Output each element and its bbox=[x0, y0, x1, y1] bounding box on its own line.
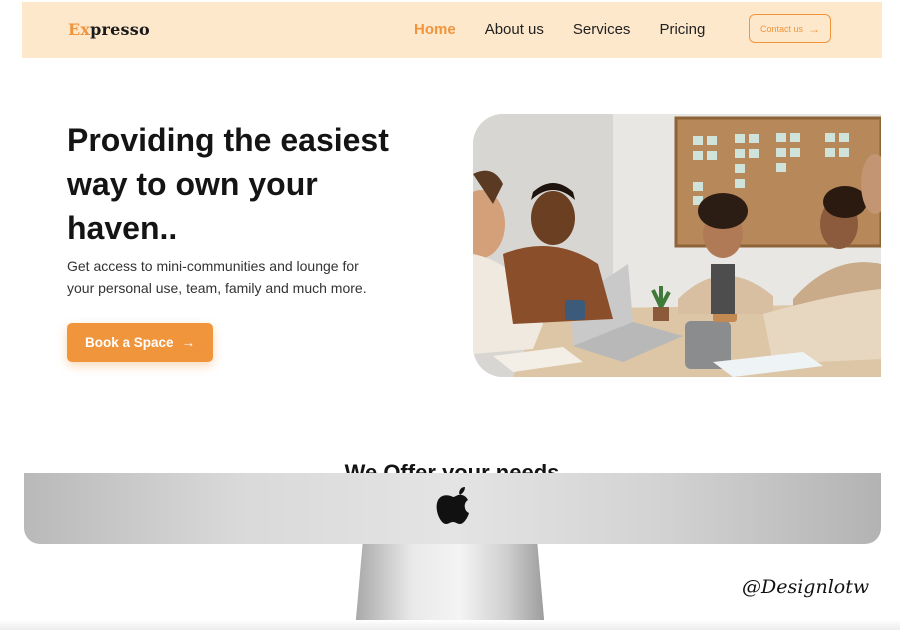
hero-subtitle: Get access to mini-communities and loung… bbox=[67, 255, 447, 299]
brand-logo[interactable]: Expresso bbox=[68, 20, 150, 39]
team-meeting-photo bbox=[473, 114, 881, 377]
arrow-right-icon: → bbox=[181, 335, 196, 350]
monitor-stand bbox=[355, 544, 545, 630]
logo-text: presso bbox=[90, 20, 150, 39]
nav-services[interactable]: Services bbox=[573, 21, 631, 38]
navbar: Expresso Home About us Services Pricing … bbox=[22, 2, 882, 58]
hero-title-line-1: Providing the easiest bbox=[67, 122, 389, 158]
book-a-space-label: Book a Space bbox=[84, 335, 174, 350]
monitor-chin bbox=[24, 473, 881, 544]
floor-shadow bbox=[0, 620, 900, 630]
hero-title-line-3: haven.. bbox=[67, 210, 178, 246]
watermark: @Designlotw bbox=[742, 576, 870, 598]
hero-subtitle-line-2: your personal use, team, family and much… bbox=[67, 280, 367, 296]
nav-links: Home About us Services Pricing bbox=[414, 21, 705, 38]
nav-pricing[interactable]: Pricing bbox=[659, 21, 705, 38]
nav-home[interactable]: Home bbox=[414, 21, 456, 38]
book-a-space-button[interactable]: Book a Space → bbox=[67, 323, 213, 362]
nav-about-us[interactable]: About us bbox=[485, 21, 544, 38]
hero-title: Providing the easiest way to own your have… bbox=[67, 118, 467, 250]
contact-us-button[interactable]: Contact us → bbox=[749, 14, 831, 43]
hero-title-line-2: way to own your bbox=[67, 166, 318, 202]
hero-subtitle-line-1: Get access to mini-communities and loung… bbox=[67, 258, 359, 274]
website-screen: Expresso Home About us Services Pricing … bbox=[22, 2, 882, 473]
contact-us-label: Contact us bbox=[759, 23, 804, 34]
section-heading: We Offer your needs bbox=[344, 460, 560, 473]
apple-logo-icon bbox=[436, 487, 470, 530]
arrow-right-icon: → bbox=[808, 21, 821, 36]
logo-accent: Ex bbox=[68, 20, 91, 39]
